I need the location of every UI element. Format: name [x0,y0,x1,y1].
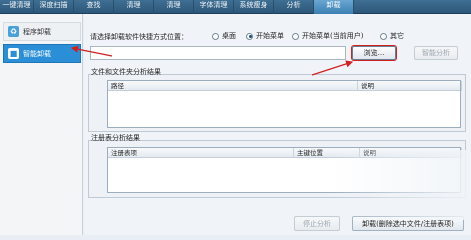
file-results-group: 文件和文件夹分析结果 路径 说明 [88,68,466,132]
column-key-location[interactable]: 主键位置 [294,148,360,158]
tab-uninstall[interactable]: 卸载 [314,0,354,14]
column-path[interactable]: 路径 [108,81,358,91]
tab-deep-scan[interactable]: 深度扫描 [34,0,74,14]
tab-clean-1[interactable]: 清理 [114,0,154,14]
tab-analyze[interactable]: 分析 [274,0,314,14]
registry-results-table[interactable]: 注册表项 主键位置 说明 [107,147,462,193]
tab-font-clean[interactable]: 字体清理 [194,0,234,14]
tab-system-slim[interactable]: 系统瘦身 [234,0,274,14]
radio-circle [212,32,219,40]
column-description[interactable]: 说明 [358,81,462,91]
radio-label: 其它 [390,32,404,40]
radio-label: 开始菜单 [256,32,284,40]
file-results-table[interactable]: 路径 说明 [107,80,462,128]
radio-desktop[interactable]: 桌面 [212,31,236,41]
radio-label: 开始菜单(当前用户) [302,32,364,40]
sidebar-item-label: 程序卸载 [23,27,51,36]
registry-results-group: 注册表分析结果 注册表项 主键位置 说明 [88,134,466,198]
radio-circle [292,32,299,40]
uninstall-selected-button[interactable]: 卸载(删除选中文件/注册表项) [352,216,464,231]
sidebar-item-smart-uninstall[interactable]: ■ 智能卸载 [3,44,81,63]
column-registry-key[interactable]: 注册表项 [108,148,294,158]
sidebar: ♻ 程序卸载 ■ 智能卸载 [0,14,83,235]
radio-start-menu[interactable]: 开始菜单 [246,31,284,41]
sidebar-item-label: 智能卸载 [23,49,51,58]
shortcut-location-prompt: 请选择卸载软件快捷方式位置： [90,33,188,41]
top-tab-bar: 一键清理 深度扫描 查找 清理 清理 字体清理 系统瘦身 分析 卸载 [0,0,471,14]
table-header: 路径 说明 [108,81,462,91]
main-panel: 请选择卸载软件快捷方式位置： 桌面 开始菜单 开始菜单(当前用户) 其它 浏览.… [84,14,471,235]
file-results-title: 文件和文件夹分析结果 [91,68,161,76]
table-header: 注册表项 主键位置 说明 [108,148,462,158]
registry-results-title: 注册表分析结果 [91,134,140,142]
trash-icon: ■ [8,48,19,59]
smart-analyze-button[interactable]: 智能分析 [414,46,458,60]
radio-circle [246,32,253,40]
sidebar-item-program-uninstall[interactable]: ♻ 程序卸载 [3,22,81,41]
radio-circle [380,32,387,40]
radio-start-menu-current-user[interactable]: 开始菜单(当前用户) [292,31,363,41]
shortcut-path-input[interactable] [90,46,346,60]
stop-analyze-button[interactable]: 停止分析 [294,216,340,231]
radio-other[interactable]: 其它 [380,31,404,41]
column-description[interactable]: 说明 [360,148,462,158]
browse-button[interactable]: 浏览... [352,46,396,60]
tab-find[interactable]: 查找 [74,0,114,14]
recycle-icon: ♻ [8,26,19,37]
radio-label: 桌面 [222,32,236,40]
tab-one-click-clean[interactable]: 一键清理 [0,0,34,14]
tab-clean-2[interactable]: 清理 [154,0,194,14]
